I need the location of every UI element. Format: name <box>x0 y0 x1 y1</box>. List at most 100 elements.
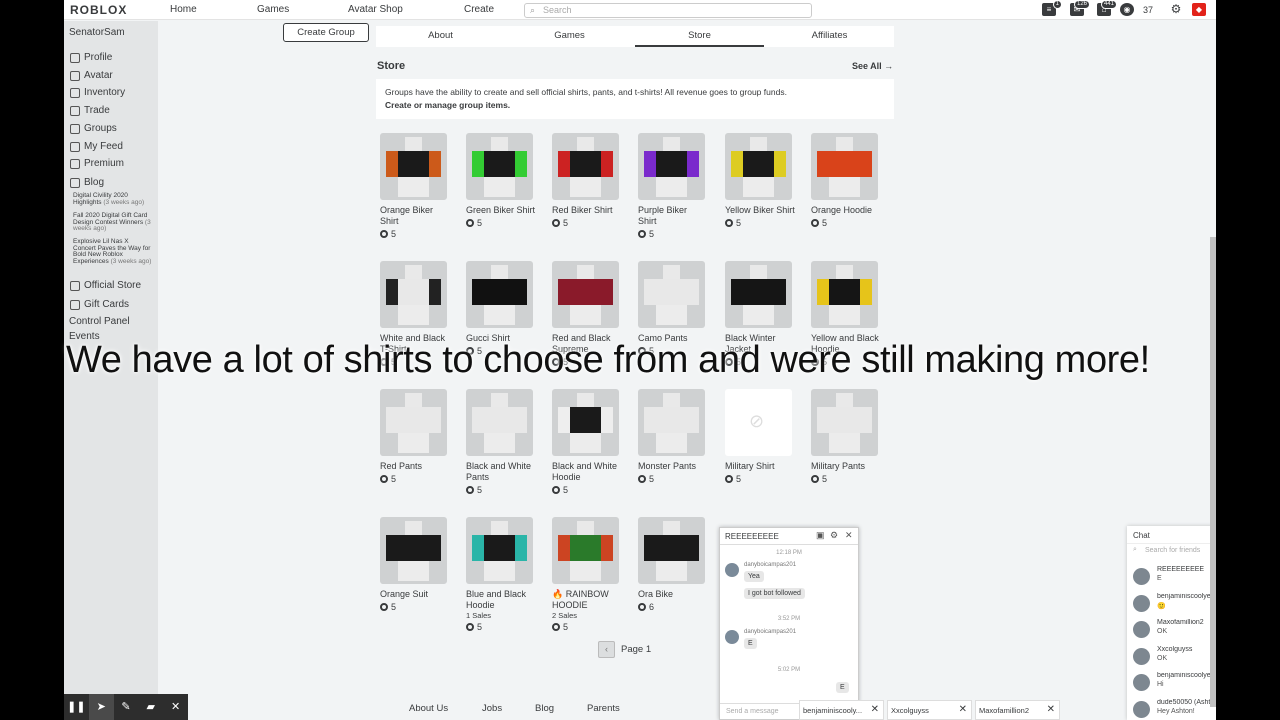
store-item-card[interactable]: Yellow Biker Shirt 5 <box>725 133 795 228</box>
blog-post-link[interactable]: Fall 2020 Digital Gift Card Design Conte… <box>73 212 153 233</box>
item-name[interactable]: Yellow Biker Shirt <box>725 205 795 216</box>
highlighter-icon[interactable]: ▰ <box>138 694 163 720</box>
chat-conversation-item[interactable]: Maxofamillion2OKJan 4 <box>1127 615 1216 641</box>
page-scrollbar[interactable] <box>1210 237 1216 707</box>
item-thumbnail[interactable] <box>380 261 447 328</box>
item-name[interactable]: Military Shirt <box>725 461 795 472</box>
notifications-icon[interactable]: ⌂ 441 <box>1097 0 1117 16</box>
item-name[interactable]: Monster Pants <box>638 461 708 472</box>
chat-conversation-item[interactable]: REEEEEEEEEE5:02 PM <box>1127 562 1216 588</box>
chat-conversation-item[interactable]: benjaminiscoolyea, dude500...HiDec 30, 2… <box>1127 668 1216 694</box>
tab-store[interactable]: Store <box>635 26 764 47</box>
footer-parents[interactable]: Parents <box>587 703 620 714</box>
item-thumbnail[interactable]: ⊘ <box>725 389 792 456</box>
sidebar-item-official-store[interactable]: Official Store <box>70 280 141 291</box>
sidebar-item-control-panel[interactable]: Control Panel <box>69 316 130 327</box>
blog-post-link[interactable]: Explosive Lil Nas X Concert Paves the Wa… <box>73 238 153 265</box>
messages-icon[interactable]: ✉ 126 <box>1070 0 1090 16</box>
tab-affiliates[interactable]: Affiliates <box>765 26 894 47</box>
roblox-builders-icon[interactable]: ◆ <box>1192 3 1206 16</box>
blog-post-link[interactable]: Digital Civility 2020 Highlights (3 week… <box>73 192 153 206</box>
item-name[interactable]: Red Pants <box>380 461 450 472</box>
sidebar-item-blog[interactable]: Blog <box>70 177 104 188</box>
item-name[interactable]: Blue and Black Hoodie <box>466 589 536 611</box>
chat-conversation-item[interactable]: benjaminiscoolyea, Joshisver...🙂Jan 5 <box>1127 589 1216 615</box>
gear-icon[interactable]: ⚙ <box>830 530 838 541</box>
item-thumbnail[interactable] <box>466 261 533 328</box>
username[interactable]: SenatorSam <box>69 27 125 38</box>
store-item-card[interactable]: Monster Pants 5 <box>638 389 708 484</box>
tab-games[interactable]: Games <box>505 26 634 47</box>
item-name[interactable]: Green Biker Shirt <box>466 205 536 216</box>
chat-header[interactable]: Chat⊕ <box>1127 526 1216 544</box>
item-thumbnail[interactable] <box>811 389 878 456</box>
create-manage-items-link[interactable]: Create or manage group items. <box>385 100 510 110</box>
item-thumbnail[interactable] <box>638 133 705 200</box>
chat-conversation-item[interactable]: dude50050 (Ashton)Hey Ashton!Dec 28, <box>1127 695 1216 720</box>
nav-home[interactable]: Home <box>170 4 197 15</box>
sidebar-item-trade[interactable]: Trade <box>70 105 110 116</box>
item-thumbnail[interactable] <box>552 389 619 456</box>
item-name[interactable]: Orange Suit <box>380 589 450 600</box>
store-item-card[interactable]: Green Biker Shirt 5 <box>466 133 536 228</box>
footer-jobs[interactable]: Jobs <box>482 703 502 714</box>
sidebar-item-groups[interactable]: Groups <box>70 123 117 134</box>
store-item-card[interactable]: Ora Bike 6 <box>638 517 708 612</box>
nav-create[interactable]: Create <box>464 4 494 15</box>
pause-icon[interactable]: ❚❚ <box>64 694 89 720</box>
store-item-card[interactable]: Blue and Black Hoodie 1 Sales 5 <box>466 517 536 632</box>
chat-dock-tab[interactable]: Maxofamillion2 ✕ <box>975 700 1060 720</box>
sidebar-item-my-feed[interactable]: My Feed <box>70 141 123 152</box>
item-thumbnail[interactable] <box>811 261 878 328</box>
close-icon[interactable]: ✕ <box>163 694 188 720</box>
item-thumbnail[interactable] <box>552 261 619 328</box>
close-icon[interactable]: ✕ <box>845 530 853 541</box>
item-name[interactable]: Black and White Hoodie <box>552 461 622 483</box>
store-item-card[interactable]: Purple Biker Shirt 5 <box>638 133 708 239</box>
sidebar-item-inventory[interactable]: Inventory <box>70 87 125 98</box>
nav-games[interactable]: Games <box>257 4 289 15</box>
sidebar-item-avatar[interactable]: Avatar <box>70 70 113 81</box>
item-thumbnail[interactable] <box>466 517 533 584</box>
tab-about[interactable]: About <box>376 26 505 47</box>
item-name[interactable]: Red Biker Shirt <box>552 205 622 216</box>
item-thumbnail[interactable] <box>638 389 705 456</box>
item-thumbnail[interactable] <box>725 261 792 328</box>
item-thumbnail[interactable] <box>552 517 619 584</box>
friend-search-input[interactable]: ⌕ Search for friends <box>1127 544 1216 558</box>
store-item-card[interactable]: Orange Suit 5 <box>380 517 450 612</box>
item-name[interactable]: Ora Bike <box>638 589 708 600</box>
store-item-card[interactable]: Orange Biker Shirt 5 <box>380 133 450 239</box>
store-item-card[interactable]: Red Pants 5 <box>380 389 450 484</box>
store-item-card[interactable]: Orange Hoodie 5 <box>811 133 881 228</box>
item-thumbnail[interactable] <box>638 261 705 328</box>
store-item-card[interactable]: Black and White Pants 5 <box>466 389 536 495</box>
nav-avatar-shop[interactable]: Avatar Shop <box>348 4 403 15</box>
item-name[interactable]: Purple Biker Shirt <box>638 205 708 227</box>
search-input[interactable]: ⌕ Search <box>524 3 812 18</box>
store-item-card[interactable]: Red Biker Shirt 5 <box>552 133 622 228</box>
chat-dock-tab[interactable]: Xxcolguyss ✕ <box>887 700 972 720</box>
item-thumbnail[interactable] <box>380 517 447 584</box>
pen-icon[interactable]: ✎ <box>114 694 139 720</box>
item-name[interactable]: 🔥 RAINBOW HOODIE <box>552 589 622 611</box>
item-thumbnail[interactable] <box>466 389 533 456</box>
robux-icon[interactable]: ◉ <box>1120 3 1134 16</box>
roblox-logo[interactable]: ROBLOX <box>70 3 127 17</box>
item-thumbnail[interactable] <box>380 389 447 456</box>
sidebar-item-profile[interactable]: Profile <box>70 52 112 63</box>
prev-page-button[interactable]: ‹ <box>598 641 615 658</box>
item-thumbnail[interactable] <box>466 133 533 200</box>
chat-dock-tab[interactable]: benjaminiscooly... ✕ <box>799 700 884 720</box>
item-name[interactable]: Black and White Pants <box>466 461 536 483</box>
sidebar-item-premium[interactable]: Premium <box>70 158 124 169</box>
see-all-link[interactable]: See All → <box>852 61 893 71</box>
item-thumbnail[interactable] <box>725 133 792 200</box>
item-thumbnail[interactable] <box>380 133 447 200</box>
store-item-card[interactable]: Black and White Hoodie 5 <box>552 389 622 495</box>
create-group-button[interactable]: Create Group <box>283 23 369 42</box>
sidebar-item-gift-cards[interactable]: Gift Cards <box>70 299 129 310</box>
item-name[interactable]: Orange Biker Shirt <box>380 205 450 227</box>
store-item-card[interactable]: ⊘ Military Shirt 5 <box>725 389 795 484</box>
store-item-card[interactable]: 🔥 RAINBOW HOODIE 2 Sales 5 <box>552 517 622 632</box>
